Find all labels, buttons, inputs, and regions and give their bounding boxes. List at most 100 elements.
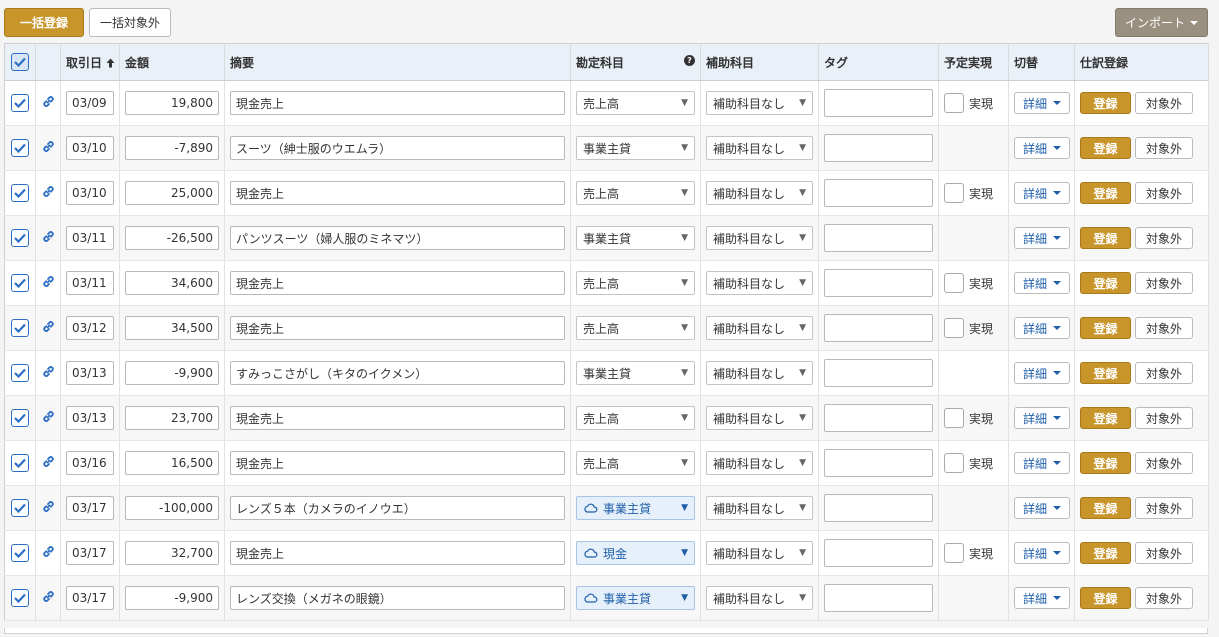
realize-checkbox[interactable] [944, 273, 964, 293]
row-checkbox[interactable] [11, 454, 29, 472]
detail-dropdown-button[interactable]: 詳細 [1014, 137, 1071, 159]
register-button[interactable]: 登録 [1080, 542, 1131, 564]
date-input[interactable]: 03/17 [66, 496, 114, 520]
detail-dropdown-button[interactable]: 詳細 [1014, 317, 1071, 339]
realize-checkbox[interactable] [944, 408, 964, 428]
sub-account-select[interactable]: 補助科目なし ▼ [706, 361, 813, 385]
register-button[interactable]: 登録 [1080, 407, 1131, 429]
link-cell[interactable] [35, 395, 61, 441]
link-cell[interactable] [35, 260, 61, 306]
account-select[interactable]: 現金 ▼ [576, 541, 695, 565]
description-input[interactable]: スーツ（紳士服のウエムラ） [230, 136, 565, 160]
exclude-button[interactable]: 対象外 [1135, 362, 1193, 384]
detail-dropdown-button[interactable]: 詳細 [1014, 497, 1071, 519]
amount-input[interactable]: 16,500 [125, 451, 219, 475]
account-select[interactable]: 事業主貸 ▼ [576, 136, 695, 160]
select-all-checkbox[interactable] [11, 53, 29, 71]
date-input[interactable]: 03/13 [66, 361, 114, 385]
description-input[interactable]: レンズ５本（カメラのイノウエ） [230, 496, 565, 520]
register-button[interactable]: 登録 [1080, 317, 1131, 339]
tag-input[interactable] [824, 449, 933, 477]
exclude-button[interactable]: 対象外 [1135, 317, 1193, 339]
sub-account-select[interactable]: 補助科目なし ▼ [706, 136, 813, 160]
row-checkbox[interactable] [11, 184, 29, 202]
register-button[interactable]: 登録 [1080, 497, 1131, 519]
account-select[interactable]: 事業主貸 ▼ [576, 226, 695, 250]
register-button[interactable]: 登録 [1080, 137, 1131, 159]
row-checkbox[interactable] [11, 229, 29, 247]
exclude-button[interactable]: 対象外 [1135, 407, 1193, 429]
sub-account-select[interactable]: 補助科目なし ▼ [706, 496, 813, 520]
link-cell[interactable] [35, 350, 61, 396]
description-input[interactable]: 現金売上 [230, 406, 565, 430]
detail-dropdown-button[interactable]: 詳細 [1014, 452, 1071, 474]
amount-input[interactable]: -7,890 [125, 136, 219, 160]
detail-dropdown-button[interactable]: 詳細 [1014, 407, 1071, 429]
row-checkbox[interactable] [11, 364, 29, 382]
exclude-button[interactable]: 対象外 [1135, 542, 1193, 564]
account-select[interactable]: 事業主貸 ▼ [576, 361, 695, 385]
link-cell[interactable] [35, 305, 61, 351]
account-select[interactable]: 売上高 ▼ [576, 406, 695, 430]
row-checkbox[interactable] [11, 409, 29, 427]
amount-input[interactable]: 34,500 [125, 316, 219, 340]
tag-input[interactable] [824, 134, 933, 162]
description-input[interactable]: 現金売上 [230, 91, 565, 115]
tag-input[interactable] [824, 269, 933, 297]
account-select[interactable]: 売上高 ▼ [576, 181, 695, 205]
description-input[interactable]: レンズ交換（メガネの眼鏡） [230, 586, 565, 610]
account-select[interactable]: 事業主貸 ▼ [576, 586, 695, 610]
row-checkbox[interactable] [11, 274, 29, 292]
register-button[interactable]: 登録 [1080, 182, 1131, 204]
row-checkbox[interactable] [11, 544, 29, 562]
bulk-exclude-button[interactable]: 一括対象外 [89, 8, 171, 37]
row-checkbox[interactable] [11, 589, 29, 607]
detail-dropdown-button[interactable]: 詳細 [1014, 272, 1071, 294]
date-input[interactable]: 03/11 [66, 226, 114, 250]
exclude-button[interactable]: 対象外 [1135, 137, 1193, 159]
amount-input[interactable]: 23,700 [125, 406, 219, 430]
exclude-button[interactable]: 対象外 [1135, 272, 1193, 294]
realize-checkbox[interactable] [944, 93, 964, 113]
description-input[interactable]: 現金売上 [230, 181, 565, 205]
detail-dropdown-button[interactable]: 詳細 [1014, 542, 1071, 564]
detail-dropdown-button[interactable]: 詳細 [1014, 182, 1071, 204]
tag-input[interactable] [824, 359, 933, 387]
sub-account-select[interactable]: 補助科目なし ▼ [706, 541, 813, 565]
tag-input[interactable] [824, 539, 933, 567]
sub-account-select[interactable]: 補助科目なし ▼ [706, 271, 813, 295]
realize-checkbox[interactable] [944, 543, 964, 563]
date-input[interactable]: 03/16 [66, 451, 114, 475]
account-select[interactable]: 売上高 ▼ [576, 316, 695, 340]
description-input[interactable]: 現金売上 [230, 541, 565, 565]
amount-input[interactable]: 32,700 [125, 541, 219, 565]
sub-account-select[interactable]: 補助科目なし ▼ [706, 586, 813, 610]
amount-input[interactable]: -26,500 [125, 226, 219, 250]
sub-account-select[interactable]: 補助科目なし ▼ [706, 316, 813, 340]
detail-dropdown-button[interactable]: 詳細 [1014, 92, 1071, 114]
description-input[interactable]: パンツスーツ（婦人服のミネマツ） [230, 226, 565, 250]
account-select[interactable]: 事業主貸 ▼ [576, 496, 695, 520]
date-input[interactable]: 03/11 [66, 271, 114, 295]
tag-input[interactable] [824, 314, 933, 342]
date-input[interactable]: 03/17 [66, 541, 114, 565]
link-cell[interactable] [35, 485, 61, 531]
row-checkbox[interactable] [11, 94, 29, 112]
exclude-button[interactable]: 対象外 [1135, 227, 1193, 249]
link-cell[interactable] [35, 80, 61, 126]
link-cell[interactable] [35, 125, 61, 171]
amount-input[interactable]: 34,600 [125, 271, 219, 295]
sub-account-select[interactable]: 補助科目なし ▼ [706, 226, 813, 250]
row-checkbox[interactable] [11, 319, 29, 337]
help-icon[interactable]: ? [684, 54, 695, 66]
realize-checkbox[interactable] [944, 453, 964, 473]
register-button[interactable]: 登録 [1080, 452, 1131, 474]
tag-input[interactable] [824, 404, 933, 432]
date-input[interactable]: 03/13 [66, 406, 114, 430]
tag-input[interactable] [824, 584, 933, 612]
date-input[interactable]: 03/12 [66, 316, 114, 340]
bulk-register-button[interactable]: 一括登録 [4, 8, 84, 37]
date-input[interactable]: 03/17 [66, 586, 114, 610]
link-cell[interactable] [35, 215, 61, 261]
import-dropdown-button[interactable]: インポート [1115, 8, 1208, 37]
